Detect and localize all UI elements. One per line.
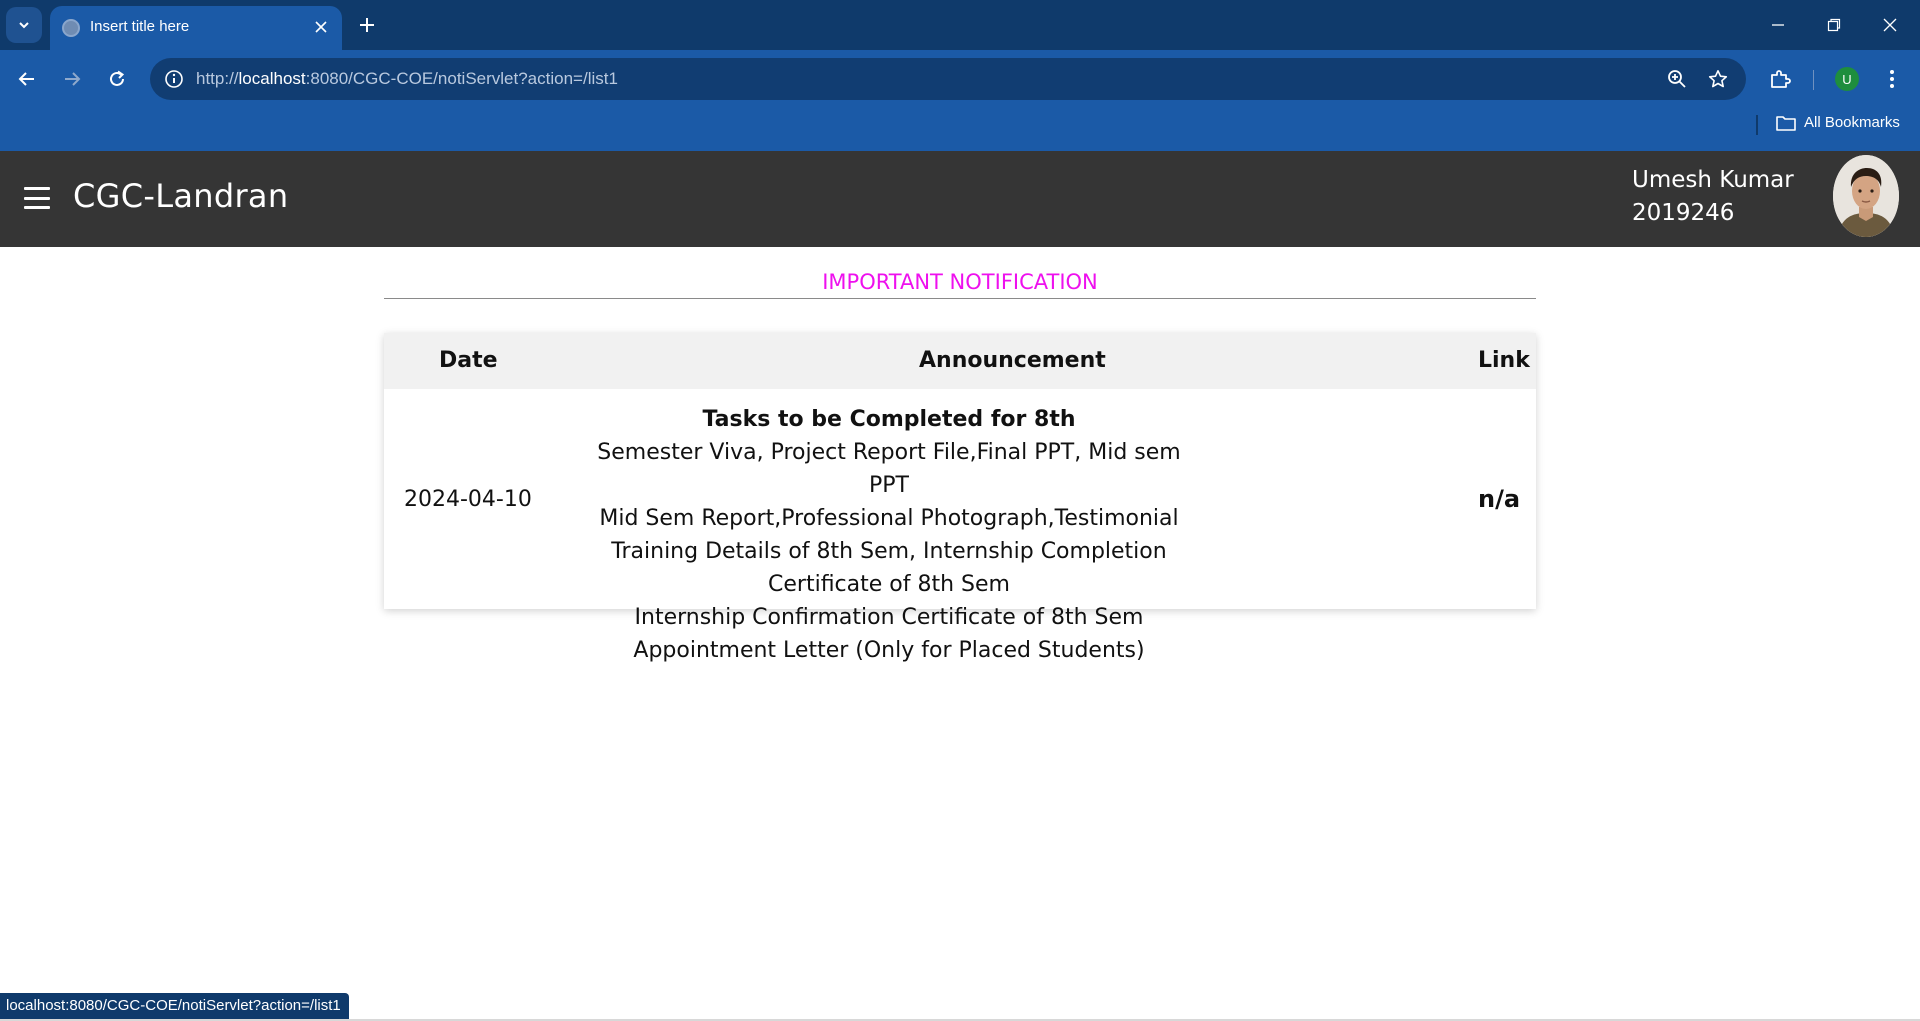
close-icon — [315, 21, 327, 33]
tab-search-button[interactable] — [6, 7, 42, 43]
announcement-line: Training Details of 8th Sem, Internship … — [611, 539, 1167, 597]
info-icon — [165, 70, 183, 88]
restore-button[interactable] — [1814, 8, 1854, 42]
chevron-down-icon — [19, 22, 29, 29]
heading-divider — [384, 298, 1536, 299]
tab-title: Insert title here — [90, 18, 190, 35]
column-header-announcement: Announcement — [919, 348, 1106, 373]
forward-button[interactable] — [54, 61, 90, 97]
puzzle-icon — [1771, 70, 1791, 88]
status-bar-url: localhost:8080/CGC-COE/notiServlet?actio… — [0, 993, 349, 1019]
tab-close-button[interactable] — [310, 16, 332, 38]
brand-title[interactable]: CGC-Landran — [73, 177, 288, 215]
browser-tab-strip: Insert title here — [0, 0, 1920, 50]
announcement-line: Appointment Letter (Only for Placed Stud… — [633, 638, 1145, 663]
all-bookmarks-label: All Bookmarks — [1804, 114, 1900, 131]
extensions-button[interactable] — [1762, 61, 1798, 97]
user-photo-icon — [1833, 155, 1899, 237]
profile-button[interactable]: U — [1829, 61, 1865, 97]
user-avatar[interactable] — [1833, 155, 1899, 237]
more-vertical-icon — [1890, 70, 1894, 88]
zoom-button[interactable] — [1664, 66, 1690, 92]
minimize-button[interactable] — [1758, 8, 1798, 42]
all-bookmarks-button[interactable]: All Bookmarks — [1776, 114, 1900, 131]
user-id: 2019246 — [1632, 200, 1735, 226]
back-button[interactable] — [9, 61, 45, 97]
row-announcement: Tasks to be Completed for 8th Semester V… — [584, 403, 1194, 667]
browser-tab[interactable]: Insert title here — [50, 6, 342, 50]
reload-button[interactable] — [99, 61, 135, 97]
star-icon — [1708, 70, 1728, 88]
arrow-left-icon — [18, 72, 34, 86]
announcement-line: Internship Confirmation Certificate of 8… — [634, 605, 1144, 630]
close-icon — [1883, 18, 1897, 32]
folder-icon — [1776, 115, 1796, 131]
plus-icon — [360, 18, 374, 32]
zoom-icon — [1668, 70, 1686, 88]
column-header-date: Date — [439, 348, 498, 373]
announcement-line: Mid Sem Report,Professional Photograph,T… — [599, 506, 1179, 531]
browser-menu-button[interactable] — [1874, 61, 1910, 97]
profile-avatar: U — [1835, 67, 1859, 91]
app-header: CGC-Landran Umesh Kumar 2019246 — [0, 151, 1920, 247]
row-link: n/a — [1478, 485, 1521, 513]
notifications-table: Date Announcement Link 2024-04-10 Tasks … — [384, 333, 1536, 663]
url-scheme: http:// — [196, 69, 239, 88]
browser-toolbar: http://localhost:8080/CGC-COE/notiServle… — [0, 50, 1920, 151]
new-tab-button[interactable] — [352, 10, 382, 40]
bookmark-star-button[interactable] — [1705, 66, 1731, 92]
notification-heading: IMPORTANT NOTIFICATION — [822, 270, 1098, 294]
user-name: Umesh Kumar — [1632, 167, 1794, 193]
arrow-right-icon — [65, 72, 81, 86]
toolbar-divider — [1813, 70, 1814, 90]
url-text[interactable]: http://localhost:8080/CGC-COE/notiServle… — [196, 69, 618, 89]
url-path: :8080/CGC-COE/notiServlet?action=/list1 — [305, 69, 618, 88]
announcement-headline: Tasks to be Completed for 8th — [702, 407, 1076, 432]
restore-icon — [1827, 18, 1841, 32]
site-info-button[interactable] — [162, 67, 186, 91]
row-date: 2024-04-10 — [404, 487, 532, 512]
url-host: localhost — [238, 69, 306, 88]
reload-icon — [110, 70, 125, 86]
globe-icon — [62, 19, 80, 37]
menu-icon[interactable] — [24, 187, 50, 209]
minimize-icon — [1772, 24, 1784, 26]
column-header-link: Link — [1478, 348, 1530, 373]
close-window-button[interactable] — [1870, 8, 1910, 42]
address-bar[interactable]: http://localhost:8080/CGC-COE/notiServle… — [150, 58, 1746, 100]
table-header: Date Announcement Link — [384, 333, 1536, 389]
bookmarks-divider — [1756, 115, 1758, 135]
announcement-line: Semester Viva, Project Report File,Final… — [597, 440, 1181, 498]
